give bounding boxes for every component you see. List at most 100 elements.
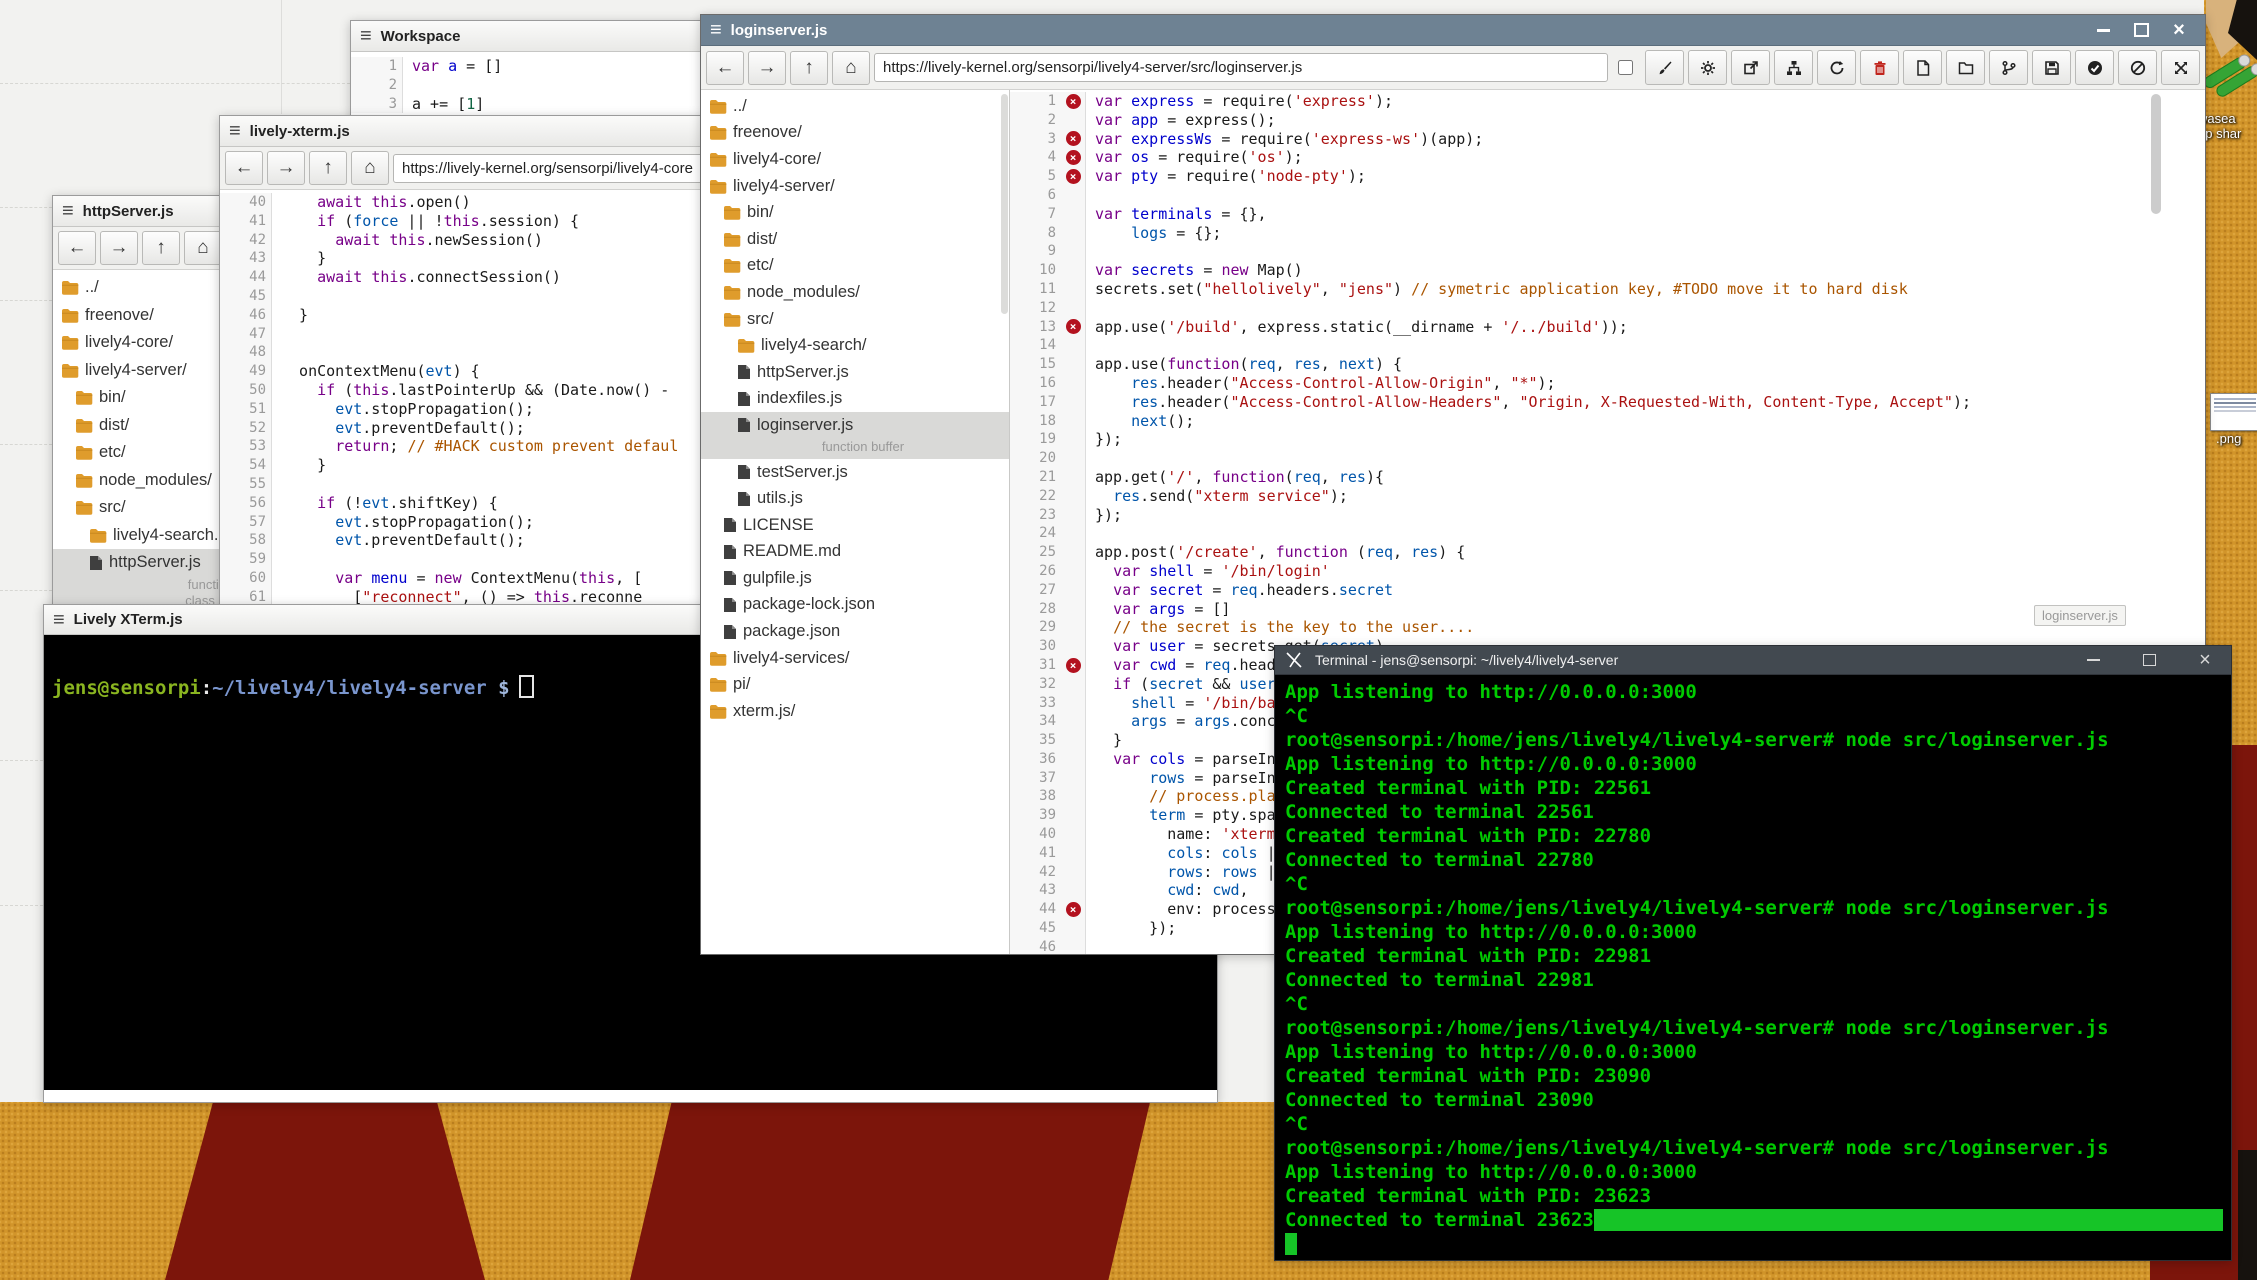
terminal-screen[interactable]: App listening to http://0.0.0.0:3000^Cro… bbox=[1275, 675, 2231, 1260]
tree-item-..[interactable]: ../ bbox=[701, 93, 1009, 120]
folder-button[interactable] bbox=[1946, 50, 1985, 85]
url-input[interactable] bbox=[874, 53, 1608, 82]
home-button[interactable]: ⌂ bbox=[351, 151, 389, 185]
line-number: 10 bbox=[1010, 261, 1061, 280]
url-input[interactable] bbox=[393, 154, 715, 183]
gears-button[interactable] bbox=[1688, 50, 1727, 85]
error-badge-icon[interactable]: × bbox=[1066, 319, 1081, 334]
menu-icon[interactable]: ≡ bbox=[62, 201, 74, 221]
trash-button[interactable] bbox=[1860, 50, 1899, 85]
desktop-icon-pipes[interactable]: wasea up shar bbox=[2198, 50, 2257, 141]
maximize-button[interactable] bbox=[2132, 21, 2150, 39]
close-button[interactable]: × bbox=[2196, 651, 2214, 669]
tree-item-testServer.js[interactable]: testServer.js bbox=[701, 459, 1009, 486]
forward-button[interactable]: → bbox=[100, 231, 138, 265]
tree-item-label: lively4-server/ bbox=[733, 177, 835, 196]
tree-item-etc[interactable]: etc/ bbox=[701, 253, 1009, 280]
menu-icon[interactable]: ≡ bbox=[53, 610, 65, 630]
tree-item-LICENSE[interactable]: LICENSE bbox=[701, 512, 1009, 539]
line-number: 58 bbox=[220, 531, 272, 550]
line-number: 24 bbox=[1010, 524, 1061, 543]
home-button[interactable]: ⌂ bbox=[184, 231, 222, 265]
tree-item-README.md[interactable]: README.md bbox=[701, 539, 1009, 566]
forward-button[interactable]: → bbox=[267, 151, 305, 185]
tree-scrollbar[interactable] bbox=[1001, 94, 1008, 314]
refresh-button[interactable] bbox=[1817, 50, 1856, 85]
tree-item-label: lively4-search/ bbox=[761, 336, 866, 355]
forward-button[interactable]: → bbox=[748, 51, 786, 85]
line-number: 22 bbox=[1010, 487, 1061, 506]
tree-item-gulpfile.js[interactable]: gulpfile.js bbox=[701, 565, 1009, 592]
tree-item-httpServer.js[interactable]: httpServer.js bbox=[701, 359, 1009, 386]
tree-item-package.json[interactable]: package.json bbox=[701, 618, 1009, 645]
error-badge-icon[interactable]: × bbox=[1066, 94, 1081, 109]
desktop-guide bbox=[0, 590, 52, 591]
tree-item-loginserver.js[interactable]: loginserver.jsfunction buffer bbox=[701, 412, 1009, 459]
back-button[interactable]: ← bbox=[706, 51, 744, 85]
git-branch-button[interactable] bbox=[1989, 50, 2028, 85]
home-button[interactable]: ⌂ bbox=[832, 51, 870, 85]
up-button[interactable]: ↑ bbox=[142, 231, 180, 265]
code-line-42: 42 await this.newSession() bbox=[220, 231, 720, 250]
terminal-line: App listening to http://0.0.0.0:3000 bbox=[1285, 1160, 2231, 1184]
pipes-icon bbox=[2198, 96, 2257, 111]
new-file-button[interactable] bbox=[1903, 50, 1942, 85]
open-external-button[interactable] bbox=[1731, 50, 1770, 85]
prompt-user: jens@sensorpi bbox=[52, 677, 201, 699]
tree-item-indexfiles.js[interactable]: indexfiles.js bbox=[701, 386, 1009, 413]
desktop-icon-png[interactable]: .png bbox=[2210, 393, 2257, 446]
error-badge-icon[interactable]: × bbox=[1066, 902, 1081, 917]
xterm-editor-titlebar[interactable]: ≡ lively-xterm.js bbox=[220, 116, 720, 147]
tree-item-xterm.js[interactable]: xterm.js/ bbox=[701, 698, 1009, 725]
up-button[interactable]: ↑ bbox=[790, 51, 828, 85]
error-badge-icon[interactable]: × bbox=[1066, 150, 1081, 165]
editor-scrollbar[interactable] bbox=[2151, 94, 2161, 214]
loginserver-titlebar[interactable]: ≡ loginserver.js × bbox=[701, 15, 2205, 46]
code-line-29: 29 // the secret is the key to the user.… bbox=[1010, 618, 2205, 637]
expand-button[interactable] bbox=[2161, 50, 2200, 85]
tree-item-bin[interactable]: bin/ bbox=[701, 199, 1009, 226]
cancel-button[interactable] bbox=[2118, 50, 2157, 85]
sitemap-button[interactable] bbox=[1774, 50, 1813, 85]
terminal-titlebar[interactable]: Terminal - jens@sensorpi: ~/lively4/live… bbox=[1275, 646, 2231, 675]
tree-item-pi[interactable]: pi/ bbox=[701, 671, 1009, 698]
up-button[interactable]: ↑ bbox=[309, 151, 347, 185]
workspace-titlebar[interactable]: ≡ Workspace bbox=[351, 21, 711, 52]
minimize-button[interactable] bbox=[2094, 21, 2112, 39]
minimize-button[interactable] bbox=[2084, 651, 2102, 669]
tree-item-lively4-server[interactable]: lively4-server/ bbox=[701, 173, 1009, 200]
tree-item-dist[interactable]: dist/ bbox=[701, 226, 1009, 253]
error-badge-icon[interactable]: × bbox=[1066, 169, 1081, 184]
desktop-guide bbox=[0, 760, 43, 761]
xterm-editor-code[interactable]: 40 await this.open()41 if (force || !thi… bbox=[220, 190, 720, 616]
desktop-icon-label: wasea bbox=[2198, 111, 2257, 126]
line-number: 35 bbox=[1010, 731, 1061, 750]
tree-item-lively4-search[interactable]: lively4-search/ bbox=[701, 332, 1009, 359]
line-number: 60 bbox=[220, 569, 272, 588]
terminal-line: Created terminal with PID: 22981 bbox=[1285, 944, 2231, 968]
maximize-button[interactable] bbox=[2140, 651, 2158, 669]
error-badge-icon[interactable]: × bbox=[1066, 131, 1081, 146]
tree-item-lively4-core[interactable]: lively4-core/ bbox=[701, 146, 1009, 173]
tree-item-utils.js[interactable]: utils.js bbox=[701, 485, 1009, 512]
back-button[interactable]: ← bbox=[225, 151, 263, 185]
line-number: 8 bbox=[1010, 224, 1061, 243]
desktop-guide bbox=[0, 83, 350, 84]
back-button[interactable]: ← bbox=[58, 231, 96, 265]
tree-item-src[interactable]: src/ bbox=[701, 306, 1009, 333]
loginserver-toolbar: ←→↑⌂ bbox=[701, 46, 2205, 90]
error-badge-icon[interactable]: × bbox=[1066, 658, 1081, 673]
menu-icon[interactable]: ≡ bbox=[710, 20, 722, 40]
menu-icon[interactable]: ≡ bbox=[360, 26, 372, 46]
save-button[interactable] bbox=[2032, 50, 2071, 85]
tree-item-freenove[interactable]: freenove/ bbox=[701, 120, 1009, 147]
tree-item-package-lock.json[interactable]: package-lock.json bbox=[701, 592, 1009, 619]
line-number: 39 bbox=[1010, 806, 1061, 825]
tree-item-lively4-services[interactable]: lively4-services/ bbox=[701, 645, 1009, 672]
menu-icon[interactable]: ≡ bbox=[229, 121, 241, 141]
tree-item-node_modules[interactable]: node_modules/ bbox=[701, 279, 1009, 306]
brush-button[interactable] bbox=[1645, 50, 1684, 85]
edit-mode-checkbox[interactable] bbox=[1618, 60, 1633, 75]
accept-button[interactable] bbox=[2075, 50, 2114, 85]
close-button[interactable]: × bbox=[2170, 21, 2188, 39]
